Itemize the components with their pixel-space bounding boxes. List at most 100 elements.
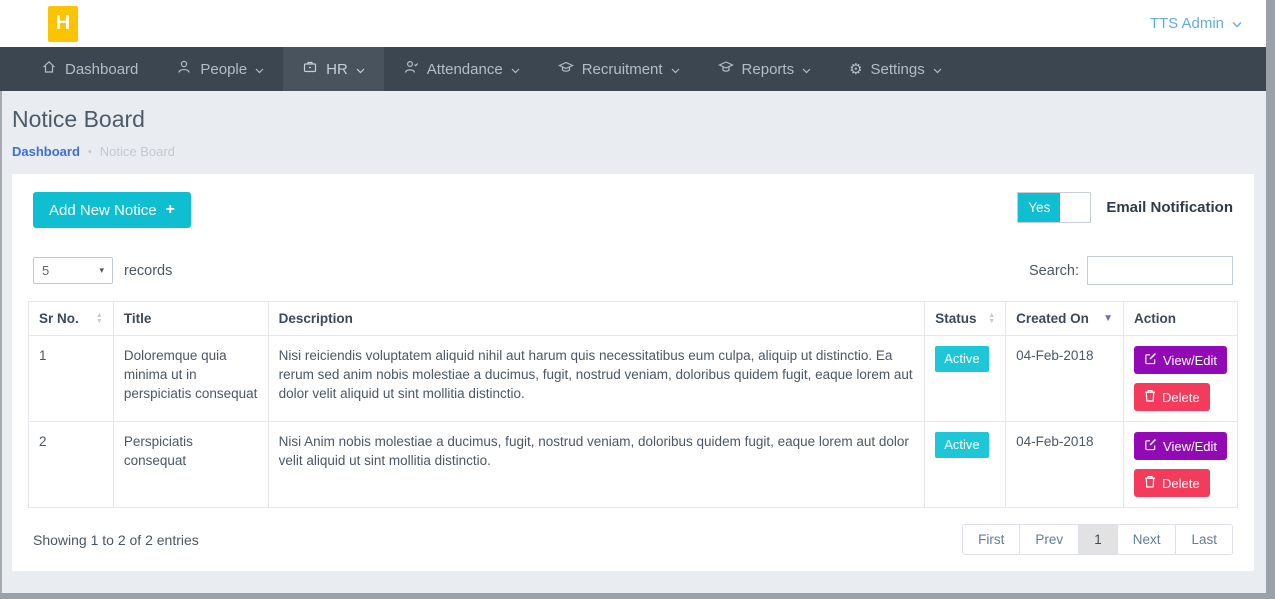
status-badge: Active [935,432,988,458]
table-controls: 5 ▾ records Search: [28,256,1238,285]
table-footer: Showing 1 to 2 of 2 entries First Prev 1… [28,524,1238,555]
nav-item-dashboard[interactable]: Dashboard [22,47,157,91]
email-notification-label: Email Notification [1106,199,1233,216]
cell-status: Active [925,422,1006,508]
person-check-icon [403,59,419,79]
column-header-created-on[interactable]: Created On ▼ [1006,302,1124,336]
nav-item-label: Reports [742,61,795,78]
plus-icon: + [166,201,175,219]
sort-icon: ▲▼ [988,313,995,325]
add-new-notice-button[interactable]: Add New Notice + [33,192,191,228]
reports-icon [718,59,734,79]
nav-item-label: Recruitment [582,61,663,78]
breadcrumb-dashboard-link[interactable]: Dashboard [12,144,80,159]
trash-icon [1144,475,1156,491]
gear-icon: ⚙ [849,62,862,77]
nav-item-label: HR [326,61,348,78]
table-row: 2 Perspiciatis consequat Nisi Anim nobis… [29,422,1238,508]
view-edit-label: View/Edit [1163,439,1217,454]
cell-description: Nisi reiciendis voluptatem aliquid nihil… [268,336,925,422]
email-notification-toggle[interactable]: Yes [1017,192,1091,223]
table-header-row: Sr No. ▲▼ Title Description Status ▲▼ [29,302,1238,336]
pagination-next-button[interactable]: Next [1117,524,1177,555]
breadcrumb: Dashboard • Notice Board [12,144,1254,159]
edit-icon [1144,438,1157,454]
nav-item-label: Attendance [427,61,503,78]
status-badge: Active [935,346,988,372]
chevron-down-icon [356,61,365,78]
chevron-down-icon [671,61,680,78]
cell-action: View/Edit Delete [1124,422,1238,508]
home-icon [41,59,57,79]
view-edit-button[interactable]: View/Edit [1134,346,1227,374]
nav-item-recruitment[interactable]: Recruitment [539,47,699,91]
toggle-on-label: Yes [1018,193,1060,222]
search-input[interactable] [1087,256,1233,285]
delete-button[interactable]: Delete [1134,469,1210,497]
user-menu[interactable]: TTS Admin [1150,15,1242,32]
records-label: records [124,263,172,279]
sort-desc-icon: ▼ [1103,314,1113,324]
select-caret-icon: ▾ [99,265,104,276]
app-logo[interactable]: H [48,6,78,42]
column-label: Status [935,311,976,326]
page-title: Notice Board [12,106,1254,133]
column-header-status[interactable]: Status ▲▼ [925,302,1006,336]
delete-label: Delete [1162,476,1200,491]
pagination: First Prev 1 Next Last [962,524,1233,555]
column-label: Created On [1016,311,1089,326]
trash-icon [1144,389,1156,405]
horizontal-scrollbar[interactable] [0,593,1275,599]
nav-item-reports[interactable]: Reports [699,47,831,91]
sort-icon: ▲▼ [96,313,103,325]
cell-created-on: 04-Feb-2018 [1006,422,1124,508]
breadcrumb-separator-icon: • [88,146,92,158]
nav-item-attendance[interactable]: Attendance [384,47,539,91]
cell-description: Nisi Anim nobis molestiae a ducimus, fug… [268,422,925,508]
pagination-page-1-button[interactable]: 1 [1078,524,1118,555]
window-left-border [0,91,2,599]
edit-icon [1144,352,1157,368]
chevron-down-icon [933,61,942,78]
person-icon [176,59,192,79]
pagination-first-button[interactable]: First [962,524,1020,555]
records-per-page-value: 5 [42,263,49,278]
column-header-title: Title [113,302,268,336]
chevron-down-icon [255,61,264,78]
nav-item-settings[interactable]: ⚙ Settings [830,47,961,91]
nav-item-label: Settings [871,61,925,78]
cell-status: Active [925,336,1006,422]
pagination-last-button[interactable]: Last [1175,524,1233,555]
cell-created-on: 04-Feb-2018 [1006,336,1124,422]
chevron-down-icon [802,61,811,78]
graduation-cap-icon [558,59,574,79]
showing-entries-text: Showing 1 to 2 of 2 entries [33,532,199,548]
chevron-down-icon [511,61,520,78]
table-row: 1 Doloremque quia minima ut in perspicia… [29,336,1238,422]
records-per-page-select[interactable]: 5 ▾ [33,257,113,284]
user-menu-label: TTS Admin [1150,15,1224,32]
delete-label: Delete [1162,390,1200,405]
add-new-notice-label: Add New Notice [49,202,157,219]
cell-sr-no: 1 [29,336,114,422]
cell-title: Doloremque quia minima ut in perspiciati… [113,336,268,422]
nav-item-label: Dashboard [65,61,138,78]
cell-action: View/Edit Delete [1124,336,1238,422]
notice-board-card: Add New Notice + Yes Email Notification … [12,174,1254,571]
view-edit-label: View/Edit [1163,353,1217,368]
chevron-down-icon [1232,15,1242,32]
nav-item-hr[interactable]: HR [283,47,384,91]
column-header-sr-no[interactable]: Sr No. ▲▼ [29,302,114,336]
view-edit-button[interactable]: View/Edit [1134,432,1227,460]
toggle-off-half [1060,193,1090,222]
breadcrumb-current: Notice Board [100,144,175,159]
nav-item-people[interactable]: People [157,47,283,91]
cell-title: Perspiciatis consequat [113,422,268,508]
nav-item-label: People [200,61,247,78]
delete-button[interactable]: Delete [1134,383,1210,411]
main-navbar: Dashboard People HR Attendance [0,47,1266,91]
topbar: H TTS Admin [0,0,1266,47]
pagination-prev-button[interactable]: Prev [1019,524,1079,555]
notices-table: Sr No. ▲▼ Title Description Status ▲▼ [28,301,1238,508]
vertical-scrollbar[interactable] [1266,0,1275,599]
